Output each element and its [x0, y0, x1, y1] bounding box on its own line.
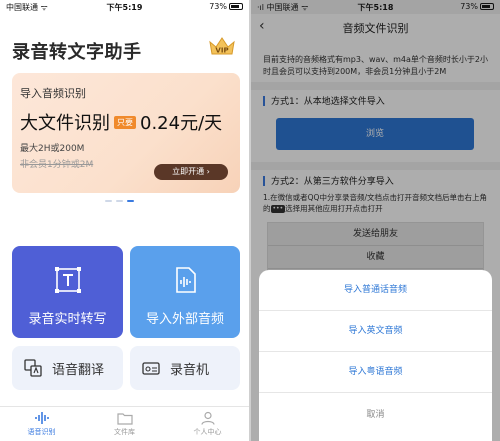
tab-profile[interactable]: 个人中心: [166, 407, 249, 441]
battery-percent: 73%: [209, 2, 227, 11]
battery-indicator: 73%: [209, 2, 243, 11]
voice-translate-label: 语音翻译: [52, 362, 105, 378]
tab-voice-recognition[interactable]: 语音识别: [0, 407, 83, 441]
banner-subtitle: 导入音频识别: [20, 87, 86, 100]
vip-label: VIP: [215, 47, 228, 55]
banner-main-text: 大文件识别: [20, 113, 110, 134]
carousel-dot-active[interactable]: [127, 200, 134, 202]
banner-tag: 只要: [114, 115, 136, 129]
carousel-dots[interactable]: [105, 200, 134, 202]
banner-price: 0.24元/天: [140, 113, 223, 134]
open-vip-button[interactable]: 立即开通 ›: [154, 164, 228, 180]
status-bar: 中国联通 ᯤ 下午5:19 73%: [0, 0, 249, 14]
audio-file-icon: [176, 267, 196, 293]
battery-percent: 73%: [460, 2, 478, 11]
vip-crown-icon[interactable]: VIP: [206, 34, 238, 58]
battery-icon: [480, 3, 494, 10]
tab-label: 个人中心: [193, 428, 222, 436]
app-title: 录音转文字助手: [12, 42, 142, 63]
banner-main: 大文件识别 只要 0.24元/天: [20, 109, 222, 135]
import-audio-label: 导入外部音频: [145, 312, 224, 327]
home-screen: 中国联通 ᯤ 下午5:19 73% 录音转文字助手 VIP 导入音频识别 大文件…: [0, 0, 249, 441]
import-action-sheet: 导入普通话音频 导入英文音频 导入粤语音频 取消: [259, 270, 492, 441]
text-frame-icon: [54, 267, 81, 293]
import-audio-button[interactable]: 导入外部音频: [130, 246, 240, 338]
realtime-transcribe-button[interactable]: 录音实时转写: [12, 246, 123, 338]
tab-file-library[interactable]: 文件库: [83, 407, 166, 441]
import-english-button[interactable]: 导入英文音频: [259, 311, 492, 352]
tab-label: 文件库: [114, 428, 135, 436]
folder-icon: [116, 413, 133, 425]
promo-banner[interactable]: 导入音频识别 大文件识别 只要 0.24元/天 最大2H或200M 非会员1分钟…: [12, 73, 240, 193]
carousel-dot[interactable]: [116, 200, 123, 202]
tab-bar: 语音识别 文件库 个人中心: [0, 406, 249, 441]
recorder-label: 录音机: [170, 362, 210, 378]
audio-recognition-screen: ‹ 音频文件识别 目前支持的音频格式有mp3、wav、m4a单个音频时长小于2小…: [251, 0, 500, 441]
waveform-icon: [34, 412, 49, 424]
battery-icon: [229, 3, 243, 10]
realtime-transcribe-label: 录音实时转写: [28, 312, 107, 327]
tab-label: 语音识别: [27, 428, 56, 436]
import-cantonese-button[interactable]: 导入粤语音频: [259, 352, 492, 393]
banner-old-text: 非会员1分钟或2M: [20, 160, 94, 170]
recorder-button[interactable]: 录音机: [130, 346, 240, 390]
voice-translate-button[interactable]: 语音翻译: [12, 346, 123, 390]
battery-indicator: 73%: [460, 2, 494, 11]
banner-max-text: 最大2H或200M: [20, 144, 85, 154]
import-mandarin-button[interactable]: 导入普通话音频: [259, 270, 492, 311]
person-icon: [200, 411, 215, 425]
translate-icon: [24, 359, 42, 377]
status-bar: ·ıl 中国联通 ᯤ 下午5:18 73%: [251, 0, 500, 14]
carousel-dot[interactable]: [105, 200, 112, 202]
cancel-button[interactable]: 取消: [259, 393, 492, 437]
recorder-icon: [142, 362, 160, 375]
